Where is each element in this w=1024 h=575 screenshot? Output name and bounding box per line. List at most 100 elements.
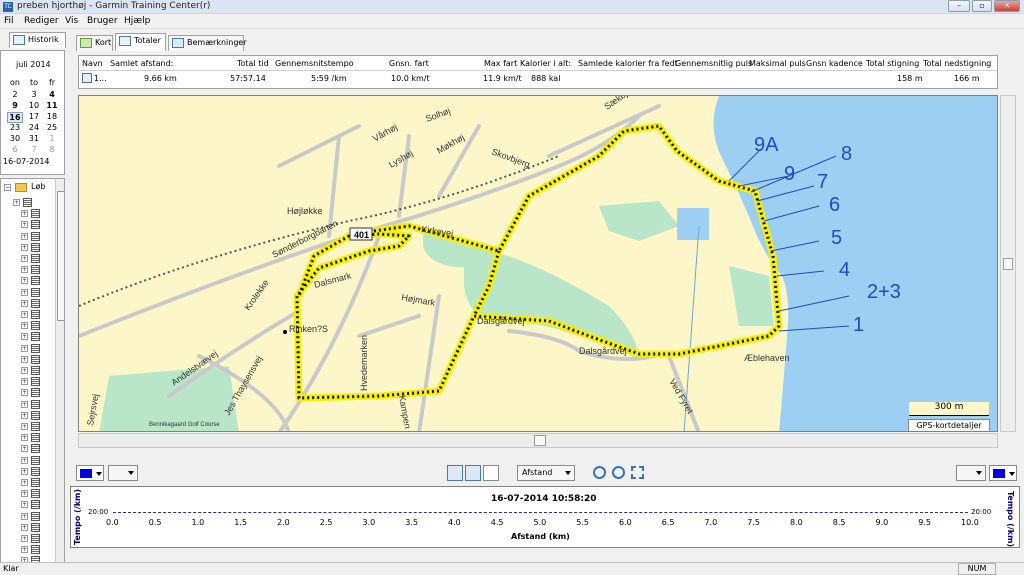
map-vscroll-thumb[interactable] (1003, 258, 1013, 270)
expand-icon[interactable]: + (13, 199, 20, 206)
expand-icon[interactable]: + (21, 378, 28, 386)
map-hscroll-thumb[interactable] (534, 435, 546, 446)
expand-icon[interactable]: + (21, 434, 28, 442)
col-header[interactable]: Kalorier i alt: (520, 59, 571, 68)
expand-icon[interactable]: + (21, 311, 28, 318)
expand-icon[interactable]: + (21, 255, 28, 262)
expand-icon[interactable]: + (21, 467, 28, 475)
expand-icon[interactable]: + (21, 243, 28, 251)
expand-icon[interactable]: + (21, 479, 28, 486)
axis-select[interactable]: Afstand (517, 465, 575, 481)
tab-totaler[interactable]: Totaler (115, 33, 166, 51)
calendar-day[interactable]: 24 (26, 123, 42, 132)
expand-icon[interactable]: + (21, 333, 28, 341)
calendar-day[interactable]: 6 (7, 145, 23, 154)
calendar-day[interactable]: 1 (44, 134, 60, 143)
notes-icon (172, 38, 184, 48)
expand-icon[interactable]: + (21, 367, 28, 374)
map-canvas[interactable]: Sækbjerg Solhøj Vårhøj Lyshøj Møkhøj Sko… (79, 96, 998, 432)
calendar-day[interactable]: 10 (26, 101, 42, 110)
calendar-day[interactable]: 11 (44, 101, 60, 110)
expand-icon[interactable]: + (21, 411, 28, 419)
calendar-day[interactable]: 23 (7, 123, 23, 132)
calendar-day[interactable]: 2 (7, 90, 23, 99)
pace-graph[interactable]: 16-07-2014 10:58:20 Tempo (/km) Tempo (/… (70, 486, 1020, 548)
zoom-fit-icon[interactable] (631, 466, 644, 479)
close-button[interactable]: ✕ (994, 0, 1020, 12)
col-header[interactable]: Total stigning (866, 59, 919, 68)
tree-scroll-thumb[interactable] (57, 191, 64, 321)
expand-icon[interactable]: + (21, 423, 28, 430)
expand-icon[interactable]: + (21, 400, 28, 408)
col-header[interactable]: Maksimal puls (749, 59, 806, 68)
expand-icon[interactable]: + (21, 221, 28, 229)
col-header[interactable]: Max fart (484, 59, 517, 68)
expand-icon[interactable]: + (21, 355, 28, 363)
expand-icon[interactable]: + (21, 344, 28, 352)
col-header[interactable]: Samlet afstand: (110, 59, 173, 68)
menu-user[interactable]: Bruger (87, 16, 118, 26)
expand-icon[interactable]: + (21, 288, 28, 296)
calendar-day[interactable]: 4 (44, 90, 60, 99)
map-view[interactable]: Sækbjerg Solhøj Vårhøj Lyshøj Møkhøj Sko… (78, 95, 998, 432)
tab-bemaerkninger[interactable]: Bemærkninger (168, 35, 247, 51)
maximize-button[interactable]: ▫ (972, 0, 992, 12)
expand-icon[interactable]: + (21, 389, 28, 397)
document-icon (31, 366, 40, 375)
expand-icon[interactable]: + (21, 299, 28, 307)
calendar-day-selected[interactable]: 16 (7, 112, 23, 123)
expand-icon[interactable]: + (21, 456, 28, 464)
tree-scrollbar[interactable] (55, 179, 64, 562)
tab-kort[interactable]: Kort (76, 35, 113, 51)
expand-icon[interactable]: + (21, 232, 28, 240)
col-header[interactable]: Gnsn. fart (389, 59, 429, 68)
col-header[interactable]: Navn (82, 59, 103, 68)
calendar-day[interactable]: 30 (7, 134, 23, 143)
col-header[interactable]: Gennemsnitstempo (275, 59, 354, 68)
expand-icon[interactable]: + (21, 445, 28, 453)
tab-historik[interactable]: Historik (9, 32, 66, 48)
right-series-select[interactable] (956, 465, 986, 481)
expand-icon[interactable]: + (21, 512, 28, 520)
col-header[interactable]: Gennemsnitlig puls (675, 59, 752, 68)
minimize-button[interactable]: – (948, 0, 970, 12)
expand-icon[interactable]: + (21, 535, 28, 542)
expand-icon[interactable]: + (21, 266, 28, 274)
expand-icon[interactable]: + (21, 490, 28, 498)
map-vertical-scrollbar[interactable] (1000, 95, 1016, 432)
collapse-icon[interactable]: − (4, 184, 11, 191)
table-cell[interactable]: 1... (94, 74, 107, 83)
menu-file[interactable]: Fil (4, 16, 14, 26)
menu-help[interactable]: Hjælp (124, 16, 150, 26)
expand-icon[interactable]: + (21, 277, 28, 285)
left-color-picker[interactable] (76, 465, 104, 481)
calendar-day[interactable]: 8 (44, 145, 60, 154)
menu-edit[interactable]: Rediger (24, 16, 59, 26)
fill-toggle-icon[interactable] (465, 465, 481, 481)
col-header[interactable]: Total tid (237, 59, 269, 68)
grid-toggle-icon[interactable] (447, 465, 463, 481)
calendar-day[interactable]: 7 (26, 145, 42, 154)
expand-icon[interactable]: + (21, 210, 28, 218)
expand-icon[interactable]: + (21, 546, 28, 554)
zoom-in-icon[interactable] (593, 466, 606, 479)
calendar-day[interactable]: 9 (7, 101, 23, 110)
calendar-day[interactable]: 3 (26, 90, 42, 99)
gps-details-button[interactable]: GPS-kortdetaljer (908, 419, 990, 431)
right-color-picker[interactable] (989, 465, 1017, 481)
menu-view[interactable]: Vis (65, 16, 78, 26)
calendar-day[interactable]: 31 (26, 134, 42, 143)
expand-icon[interactable]: + (21, 523, 28, 531)
zoom-out-icon[interactable] (612, 466, 625, 479)
col-header[interactable]: Gnsn kadence (806, 59, 863, 68)
left-series-select[interactable] (108, 465, 138, 481)
curve-toggle-icon[interactable] (483, 465, 499, 481)
calendar-day[interactable]: 17 (26, 112, 42, 121)
col-header[interactable]: Total nedstigning (923, 59, 991, 68)
calendar-day[interactable]: 25 (44, 123, 60, 132)
map-horizontal-scrollbar[interactable] (78, 433, 998, 448)
expand-icon[interactable]: + (21, 322, 28, 330)
calendar-day[interactable]: 18 (44, 112, 60, 121)
col-header[interactable]: Samlede kalorier fra fedt (578, 59, 678, 68)
expand-icon[interactable]: + (21, 501, 28, 509)
